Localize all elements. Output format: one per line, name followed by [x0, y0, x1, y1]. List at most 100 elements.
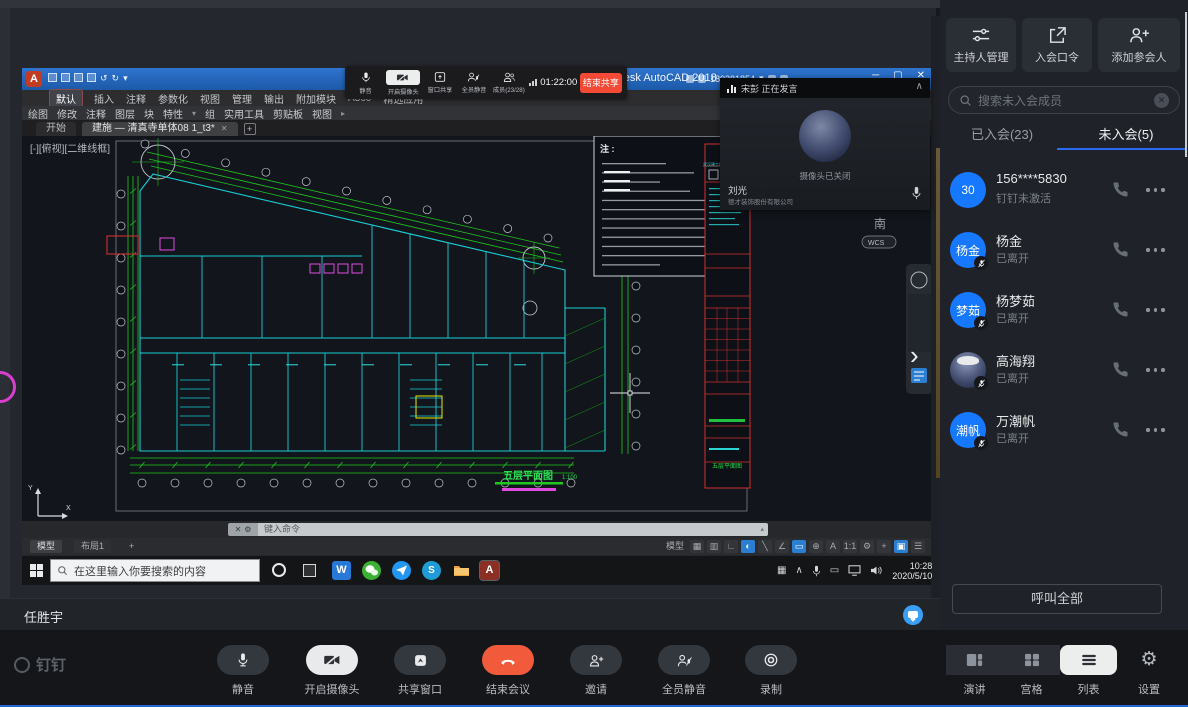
display-icon[interactable]: [848, 565, 861, 576]
call-all-button[interactable]: 呼叫全部: [952, 584, 1162, 614]
panel-item[interactable]: 注释: [86, 106, 106, 121]
taskbar-app-autocad[interactable]: A: [480, 561, 499, 580]
qat-dropdown-icon[interactable]: ▾: [123, 73, 128, 84]
participant-row[interactable]: 高海翔 已离开: [940, 340, 1188, 400]
tab-joined[interactable]: 已入会(23): [940, 120, 1064, 150]
new-layout-button[interactable]: +: [122, 540, 141, 553]
panel-item[interactable]: 修改: [57, 106, 77, 121]
tab-close-icon[interactable]: ✕: [221, 124, 228, 133]
participant-row[interactable]: 杨金 杨金 已离开: [940, 220, 1188, 280]
camera-button[interactable]: 开启摄像头: [296, 645, 368, 697]
panel-item[interactable]: 组: [205, 106, 215, 121]
phone-icon[interactable]: [1112, 421, 1129, 438]
view-mode-speaker[interactable]: 演讲: [946, 645, 1003, 697]
mute-all-button[interactable]: 全员静音: [648, 645, 720, 697]
more-options-icon[interactable]: [1146, 428, 1165, 432]
speaker-icon[interactable]: [870, 565, 883, 576]
sidebar-scrollbar[interactable]: [1185, 12, 1187, 157]
more-options-icon[interactable]: [1146, 248, 1165, 252]
tray-expand-icon[interactable]: ∧: [795, 565, 802, 576]
phone-icon[interactable]: [1112, 181, 1129, 198]
statusbar-icon[interactable]: ▦: [690, 540, 704, 553]
ribbon-tab[interactable]: 管理: [232, 91, 252, 106]
mute-button[interactable]: 静音: [207, 645, 279, 697]
file-tab-drawing[interactable]: 建施 — 清真寺单体08 1_t3*✕: [82, 122, 238, 136]
ribbon-tab[interactable]: 插入: [94, 91, 114, 106]
plot-icon[interactable]: [87, 73, 96, 82]
meeting-code-button[interactable]: 入会口令: [1022, 18, 1092, 72]
statusbar-icon[interactable]: ∟: [724, 540, 738, 553]
settings-button[interactable]: ⚙ 设置: [1126, 645, 1172, 697]
ribbon-tab[interactable]: 视图: [200, 91, 220, 106]
collapse-overlay-icon[interactable]: ∧: [916, 81, 923, 92]
participant-row[interactable]: 30 156****5830 钉钉未激活: [940, 160, 1188, 220]
taskbar-app-wps[interactable]: W: [332, 561, 351, 580]
ribbon-tab[interactable]: 注释: [126, 91, 146, 106]
taskbar-app-explorer[interactable]: [452, 561, 471, 580]
panel-item[interactable]: 剪贴板: [273, 106, 303, 121]
statusbar-icon[interactable]: ☰: [911, 540, 925, 553]
taskbar-app-wechat[interactable]: [362, 561, 381, 580]
search-icon[interactable]: [686, 75, 694, 83]
ime-icon[interactable]: ▦: [777, 565, 786, 576]
ribbon-tab[interactable]: 输出: [264, 91, 284, 106]
view-mode-grid[interactable]: 宫格: [1003, 645, 1060, 697]
more-options-icon[interactable]: [1146, 308, 1165, 312]
panel-item[interactable]: 绘图: [28, 106, 48, 121]
panel-item[interactable]: 特性: [163, 106, 183, 121]
dropdown-icon[interactable]: ▾: [192, 109, 196, 118]
invite-button[interactable]: 邀请: [560, 645, 632, 697]
statusbar-icon[interactable]: ▭: [792, 540, 806, 553]
statusbar-icon[interactable]: ⚙: [860, 540, 874, 553]
panel-item[interactable]: 图层: [115, 106, 135, 121]
floatbar-share-button[interactable]: 窗口共享: [424, 71, 456, 94]
layout-tab-model[interactable]: 模型: [30, 540, 62, 553]
participant-row[interactable]: 梦茹 杨梦茹 已离开: [940, 280, 1188, 340]
statusbar-icon[interactable]: ◐: [741, 540, 755, 553]
taskbar-app-messenger[interactable]: [392, 561, 411, 580]
statusbar-icon[interactable]: ▣: [894, 540, 908, 553]
floatbar-members-button[interactable]: 成员(23/28): [492, 71, 527, 94]
save-file-icon[interactable]: [74, 73, 83, 82]
record-button[interactable]: 录制: [735, 645, 807, 697]
task-view-button[interactable]: [303, 564, 316, 577]
more-panels-icon[interactable]: ▸: [341, 109, 345, 118]
view-mode-list[interactable]: 列表: [1060, 645, 1117, 697]
new-file-icon[interactable]: [48, 73, 57, 82]
phone-icon[interactable]: [1112, 241, 1129, 258]
chat-icon[interactable]: [903, 605, 923, 625]
more-options-icon[interactable]: [1146, 188, 1165, 192]
panel-item[interactable]: 实用工具: [224, 106, 264, 121]
floatbar-camera-button[interactable]: 开启摄像头: [384, 70, 423, 96]
end-share-button[interactable]: 结束共享: [580, 73, 622, 93]
statusbar-icon[interactable]: ▥: [707, 540, 721, 553]
statusbar-icon[interactable]: ∠: [775, 540, 789, 553]
taskbar-clock[interactable]: 10:28 2020/5/10: [892, 561, 932, 581]
customize-icon[interactable]: ⚙: [244, 525, 251, 534]
panel-item[interactable]: 视图: [312, 106, 332, 121]
touchpad-icon[interactable]: ▭: [830, 565, 839, 576]
more-options-icon[interactable]: [1146, 368, 1165, 372]
phone-icon[interactable]: [1112, 361, 1129, 378]
ribbon-tab[interactable]: 附加模块: [296, 91, 336, 106]
taskbar-app-skype[interactable]: S: [422, 561, 441, 580]
floatbar-mute-button[interactable]: 静音: [350, 71, 382, 95]
clear-search-icon[interactable]: ✕: [1154, 93, 1169, 108]
redo-icon[interactable]: ↻: [112, 73, 120, 84]
start-button[interactable]: [30, 564, 43, 577]
share-window-button[interactable]: 共享窗口: [384, 645, 456, 697]
viewport-controls-label[interactable]: [-][俯视][二维线框]: [30, 140, 110, 155]
statusbar-icon[interactable]: +: [877, 540, 891, 553]
autocad-logo-icon[interactable]: A: [26, 71, 42, 87]
microphone-tray-icon[interactable]: [812, 565, 821, 577]
floatbar-mute-all-button[interactable]: 全员静音: [458, 71, 490, 94]
statusbar-icon[interactable]: A: [826, 540, 840, 553]
ribbon-tab[interactable]: 参数化: [158, 91, 188, 106]
taskbar-search-input[interactable]: 在这里输入你要搜索的内容: [50, 559, 260, 582]
close-icon[interactable]: ✕: [235, 525, 242, 534]
statusbar-icon[interactable]: ⊕: [809, 540, 823, 553]
host-management-button[interactable]: 主持人管理: [946, 18, 1016, 72]
speaker-video-overlay[interactable]: 宋彭 正在发言 ∧ 摄像头已关闭 刘光 德才装饰股份有限公司: [720, 78, 930, 210]
ribbon-tab-default[interactable]: 默认: [50, 90, 82, 107]
participant-row[interactable]: 潮帆 万潮帆 已离开: [940, 400, 1188, 460]
